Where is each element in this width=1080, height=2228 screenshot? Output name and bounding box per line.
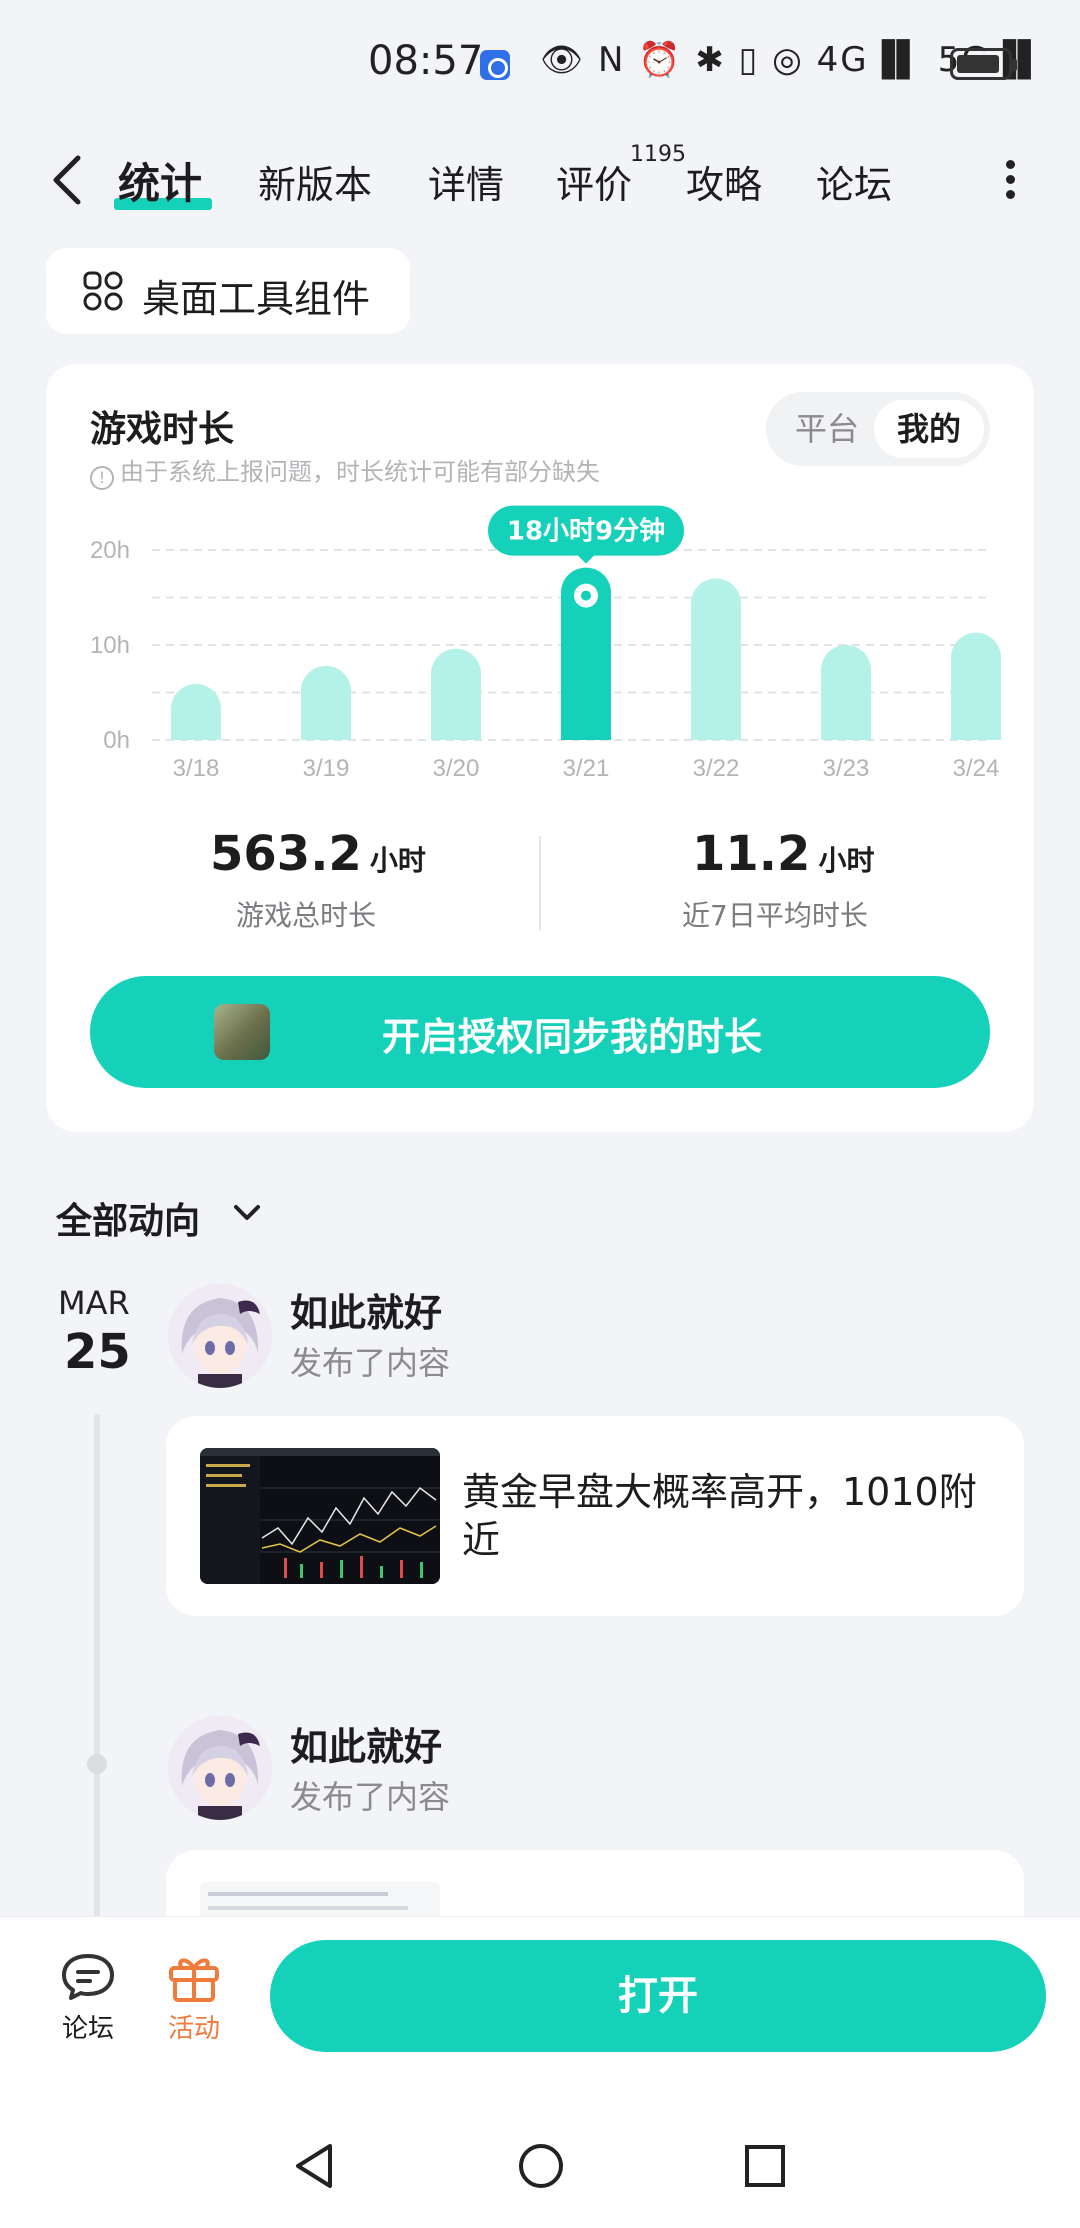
open-game-button[interactable]: 打开 [270,1940,1046,2052]
chart-bar [951,632,1001,740]
avg-value: 11.2 [692,826,811,882]
widget-label: 桌面工具组件 [142,277,371,321]
desktop-widget-button[interactable]: 桌面工具组件 [46,248,410,334]
avg-label: 近7日平均时长 [682,899,868,932]
game-app-icon [214,1004,270,1060]
system-home-icon[interactable] [516,2140,566,2192]
card-subtitle: ! 由于系统上报问题，时长统计可能有部分缺失 [90,452,600,490]
chevron-down-icon[interactable] [230,1196,264,1230]
tab-new-version[interactable]: 新版本 [258,154,372,209]
y-tick-label: 10h [90,632,130,659]
total-label: 游戏总时长 [236,899,377,932]
highlight-tooltip-label: 18小时9分钟 [507,516,665,547]
status-time: 08:57 [368,38,484,84]
avatar[interactable] [168,1716,272,1820]
chart-bar [431,648,481,740]
tab-forum[interactable]: 论坛 [816,154,892,209]
post-thumbnail [200,1448,440,1584]
playtime-card: 游戏时长 ! 由于系统上报问题，时长统计可能有部分缺失 平台 我的 0h 10h 20… [46,364,1034,1132]
system-back-icon[interactable] [290,2140,336,2192]
x-tick-label: 3/19 [303,755,350,782]
tab-details[interactable]: 详情 [428,154,504,209]
more-menu-icon[interactable] [1004,160,1016,200]
y-tick-label: 0h [103,727,130,754]
tab-stats[interactable]: 统计 [118,150,202,211]
x-tick-label: 3/18 [173,755,220,782]
x-tick-label: 3/23 [823,755,870,782]
info-icon: ! [90,466,114,490]
back-arrow-icon[interactable] [48,152,88,208]
status-bar: 08:57 👁 N ⏰ ✱ ▯ ◎ 4G▐▌ 5G▐▌ [0,0,1080,130]
x-tick-label: 3/22 [693,755,740,782]
chart-bar [301,665,351,740]
stat-divider [539,836,541,930]
subtitle-text: 由于系统上报问题，时长统计可能有部分缺失 [120,458,600,486]
tab-reviews[interactable]: 评价 [556,154,632,209]
stock-chart-thumbnail-icon [200,1448,440,1584]
forum-nav-label: 论坛 [61,2014,114,2044]
system-recents-icon[interactable] [742,2140,788,2192]
timeline-dot [87,1754,107,1774]
forum-nav-button[interactable]: 论坛 [56,1950,120,2045]
total-unit: 小时 [369,844,426,877]
post-text: 黄金早盘大概率高开，1010附近 [462,1470,977,1562]
toggle-mine[interactable]: 我的 [874,400,984,458]
avg-unit: 小时 [818,844,875,877]
activity-filter-dropdown[interactable]: 全部动向 [56,1192,200,1244]
highlight-marker-dot [581,590,591,601]
post-author-name[interactable]: 如此就好 [290,1282,442,1337]
card-title: 游戏时长 [90,409,235,450]
y-tick-label: 20h [90,537,130,564]
highlight-tooltip-pointer [576,553,596,564]
activity-nav-label: 活动 [167,2014,220,2044]
anime-avatar-icon [168,1716,272,1820]
tab-guides[interactable]: 攻略 [686,154,762,209]
chart-bar [691,578,741,740]
platform-mine-toggle: 平台 我的 [766,392,990,466]
chart-bar [171,683,221,740]
anime-avatar-icon [168,1284,272,1388]
x-tick-label: 3/24 [953,755,1000,782]
app-notification-icon [480,50,510,80]
post-card[interactable]: 黄金早盘大概率高开，1010附近 [166,1416,1024,1616]
total-playtime: 563.2 小时 [210,826,426,882]
timeline-line [94,1414,100,1924]
total-value: 563.2 [210,826,362,882]
chat-bubble-icon [62,1954,114,2000]
date-day: 25 [64,1324,131,1380]
x-tick-label: 3/20 [433,755,480,782]
toggle-platform[interactable]: 平台 [772,400,882,458]
playtime-bar-chart: 0h 10h 20h 3/18 3/19 3/20 3/21 18小时9分钟 3/22 3/23 3… [90,505,1001,782]
activity-nav-button[interactable]: 活动 [162,1950,226,2045]
x-tick-label: 3/21 [563,755,610,782]
post-action: 发布了内容 [290,1778,451,1816]
post-action: 发布了内容 [290,1344,451,1382]
average-playtime: 11.2 小时 [692,826,874,882]
review-count-badge: 1195 [630,142,686,167]
widget-grid-icon [83,271,123,311]
chart-bar [821,645,871,740]
date-month: MAR [58,1284,130,1322]
avatar[interactable] [168,1284,272,1388]
battery-icon [950,48,1017,80]
post-author-name[interactable]: 如此就好 [290,1716,442,1771]
gift-icon [169,1958,219,2002]
open-button-label: 打开 [618,1973,698,2019]
